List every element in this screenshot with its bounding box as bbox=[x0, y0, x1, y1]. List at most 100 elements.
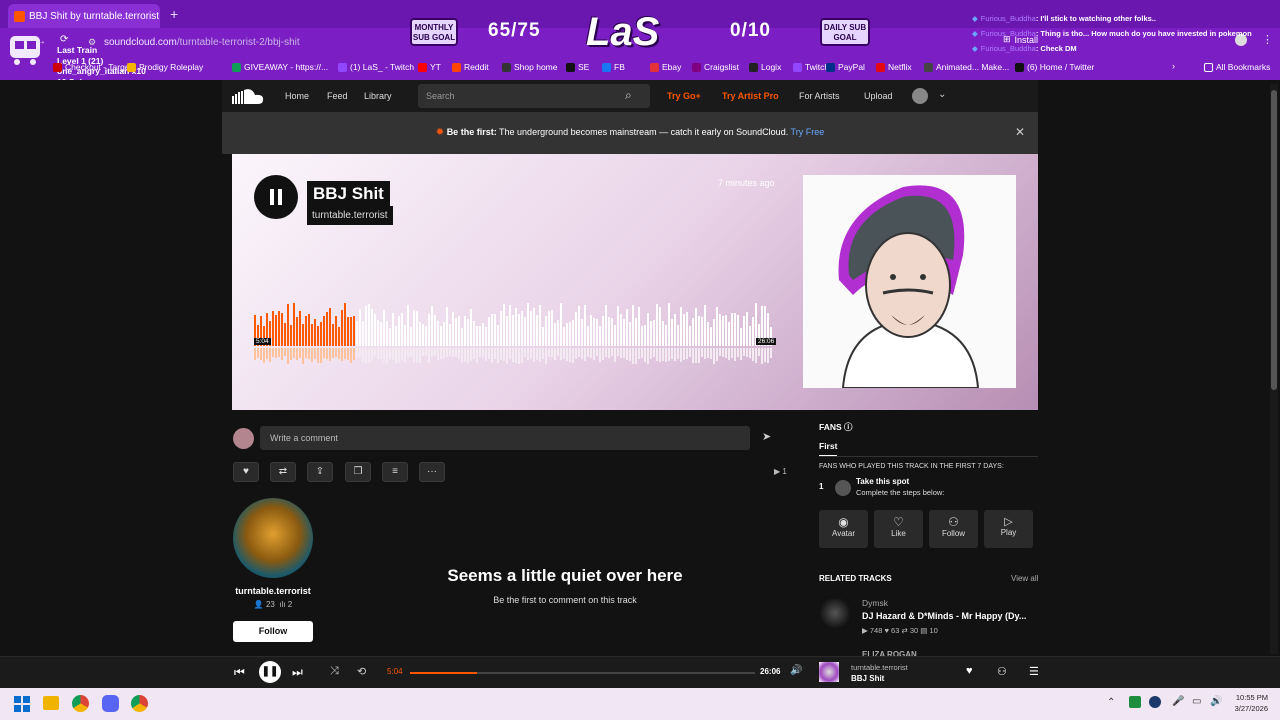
more-button[interactable]: ··· bbox=[419, 462, 445, 482]
microphone-icon[interactable]: 🎤 bbox=[1172, 696, 1184, 707]
search-icon[interactable]: ⌕ bbox=[625, 88, 632, 103]
waveform-reflection bbox=[608, 348, 610, 358]
add-to-playlist-button[interactable]: ≡ bbox=[382, 462, 408, 482]
like-button[interactable]: ♥ bbox=[233, 462, 259, 482]
player-like-icon[interactable]: ♥ bbox=[966, 665, 973, 677]
bookmark-item[interactable]: Animated... Make... bbox=[924, 62, 1009, 72]
for-artists-link[interactable]: For Artists bbox=[799, 91, 840, 101]
try-free-link[interactable]: Try Free bbox=[788, 127, 825, 137]
chrome-profile-icon[interactable] bbox=[131, 695, 148, 712]
scrollbar-thumb[interactable] bbox=[1271, 90, 1277, 390]
repeat-icon[interactable]: ⟲ bbox=[357, 665, 366, 678]
repost-button[interactable]: ⇄ bbox=[270, 462, 296, 482]
user-avatar[interactable] bbox=[912, 88, 928, 104]
shuffle-icon[interactable]: ⤨ bbox=[330, 665, 339, 678]
close-banner-icon[interactable]: ✕ bbox=[1015, 125, 1025, 139]
tab-active[interactable]: BBJ Shit by turntable.terrorist 🔊 ✕ bbox=[8, 4, 160, 28]
try-go-plus-link[interactable]: Try Go+ bbox=[667, 91, 701, 101]
steam-icon[interactable] bbox=[1149, 696, 1161, 708]
chrome-icon[interactable] bbox=[72, 695, 89, 712]
bookmark-item[interactable]: GIVEAWAY - https://... bbox=[232, 62, 328, 72]
bookmark-item[interactable]: Twitch bbox=[793, 62, 829, 72]
new-tab-button[interactable]: + bbox=[170, 6, 178, 22]
follow-button[interactable]: Follow bbox=[233, 621, 313, 642]
display-icon[interactable]: ▭ bbox=[1192, 696, 1201, 707]
page-scrollbar[interactable] bbox=[1270, 84, 1278, 654]
bookmark-item[interactable]: Reddit bbox=[452, 62, 489, 72]
fan-action-follow[interactable]: ⚇ Follow bbox=[929, 510, 978, 548]
back-icon[interactable]: → bbox=[36, 36, 46, 47]
send-icon[interactable]: ➤ bbox=[762, 430, 771, 443]
nav-feed[interactable]: Feed bbox=[327, 91, 348, 101]
waveform-reflection bbox=[587, 348, 589, 358]
chevron-down-icon[interactable]: ⌄ bbox=[938, 89, 946, 100]
waveform[interactable] bbox=[254, 302, 774, 368]
waveform-reflection bbox=[275, 348, 277, 358]
bookmark-item[interactable]: YT bbox=[418, 62, 441, 72]
fan-action-like[interactable]: ♡ Like bbox=[874, 510, 923, 548]
chat-badge-icon: ◆ bbox=[972, 14, 978, 23]
all-bookmarks-button[interactable]: All Bookmarks bbox=[1204, 62, 1270, 72]
volume-tray-icon[interactable]: 🔊 bbox=[1210, 696, 1222, 707]
nav-home[interactable]: Home bbox=[285, 91, 309, 101]
track-artist[interactable]: turntable.terrorist bbox=[307, 206, 393, 225]
player-pause-button[interactable]: ❚❚ bbox=[259, 661, 281, 683]
waveform-bar bbox=[707, 321, 709, 346]
share-button[interactable]: ⇪ bbox=[307, 462, 333, 482]
clock[interactable]: 10:55 PM 3/27/2026 bbox=[1226, 692, 1268, 714]
queue-icon[interactable]: ☰ bbox=[1029, 665, 1039, 678]
upload-link[interactable]: Upload bbox=[864, 91, 893, 101]
waveform-bar bbox=[467, 319, 469, 346]
waveform-bar bbox=[368, 303, 370, 346]
uploader-avatar[interactable] bbox=[233, 498, 313, 578]
previous-icon[interactable]: ⏮ bbox=[234, 665, 245, 680]
bookmark-item[interactable]: FB bbox=[602, 62, 625, 72]
bookmark-item[interactable]: Netflix bbox=[876, 62, 912, 72]
player-artwork[interactable] bbox=[819, 662, 839, 682]
search-input[interactable]: Search bbox=[418, 84, 650, 108]
pause-button[interactable] bbox=[254, 175, 298, 219]
browser-menu-icon[interactable]: ⋮ bbox=[1262, 33, 1273, 46]
bookmark-item[interactable]: (6) Home / Twitter bbox=[1015, 62, 1094, 72]
file-explorer-icon[interactable] bbox=[43, 696, 59, 710]
waveform-reflection bbox=[713, 348, 715, 364]
bookmark-item[interactable]: Craigslist bbox=[692, 62, 739, 72]
soundcloud-logo-icon[interactable] bbox=[232, 88, 264, 104]
nav-library[interactable]: Library bbox=[364, 91, 392, 101]
fan-action-play[interactable]: ▷ Play bbox=[984, 510, 1033, 548]
fan-action-avatar[interactable]: ◉ Avatar bbox=[819, 510, 868, 548]
uploader-name[interactable]: turntable.terrorist bbox=[233, 586, 313, 596]
tab-first[interactable]: First bbox=[819, 441, 838, 457]
bookmark-item[interactable]: Shop home bbox=[502, 62, 557, 72]
info-icon[interactable]: ⓘ bbox=[844, 422, 853, 432]
tray-app-icon[interactable] bbox=[1129, 696, 1141, 708]
comment-input[interactable]: Write a comment bbox=[260, 426, 750, 450]
tray-overflow-icon[interactable]: ⌃ bbox=[1107, 697, 1115, 708]
view-all-link[interactable]: View all bbox=[1011, 574, 1038, 583]
bookmark-item[interactable]: PayPal bbox=[826, 62, 865, 72]
waveform-bar bbox=[569, 321, 571, 346]
related-title[interactable]: DJ Hazard & D*Minds - Mr Happy (Dy... bbox=[862, 611, 1026, 621]
player-artist[interactable]: turntable.terrorist bbox=[851, 663, 908, 672]
bookmark-item[interactable]: Ebay bbox=[650, 62, 681, 72]
try-artist-pro-link[interactable]: Try Artist Pro bbox=[722, 91, 779, 101]
related-user[interactable]: Dymsk bbox=[862, 598, 888, 608]
bookmark-item[interactable]: Prodigy Roleplay bbox=[127, 62, 203, 72]
windows-start-icon[interactable] bbox=[14, 696, 30, 712]
discord-icon[interactable] bbox=[102, 695, 119, 712]
comment-avatar bbox=[233, 428, 254, 449]
bookmarks-overflow-icon[interactable]: › bbox=[1172, 61, 1175, 71]
volume-icon[interactable]: 🔊 bbox=[790, 665, 802, 676]
bookmark-item[interactable]: Logix bbox=[749, 62, 781, 72]
copy-link-button[interactable]: ❐ bbox=[345, 462, 371, 482]
reload-icon[interactable]: ⟳ bbox=[60, 34, 68, 45]
player-follow-icon[interactable]: ⚇ bbox=[997, 665, 1007, 678]
progress-track[interactable] bbox=[410, 672, 755, 674]
play-outline-icon: ▷ bbox=[1004, 516, 1013, 528]
bookmark-item[interactable]: (1) LaS_ - Twitch bbox=[338, 62, 414, 72]
related-artwork[interactable] bbox=[819, 597, 851, 629]
player-title[interactable]: BBJ Shit bbox=[851, 674, 884, 683]
next-icon[interactable]: ⏭ bbox=[292, 665, 303, 680]
bookmark-item[interactable]: Checkout - Target bbox=[53, 62, 132, 72]
bookmark-item[interactable]: SE bbox=[566, 62, 589, 72]
